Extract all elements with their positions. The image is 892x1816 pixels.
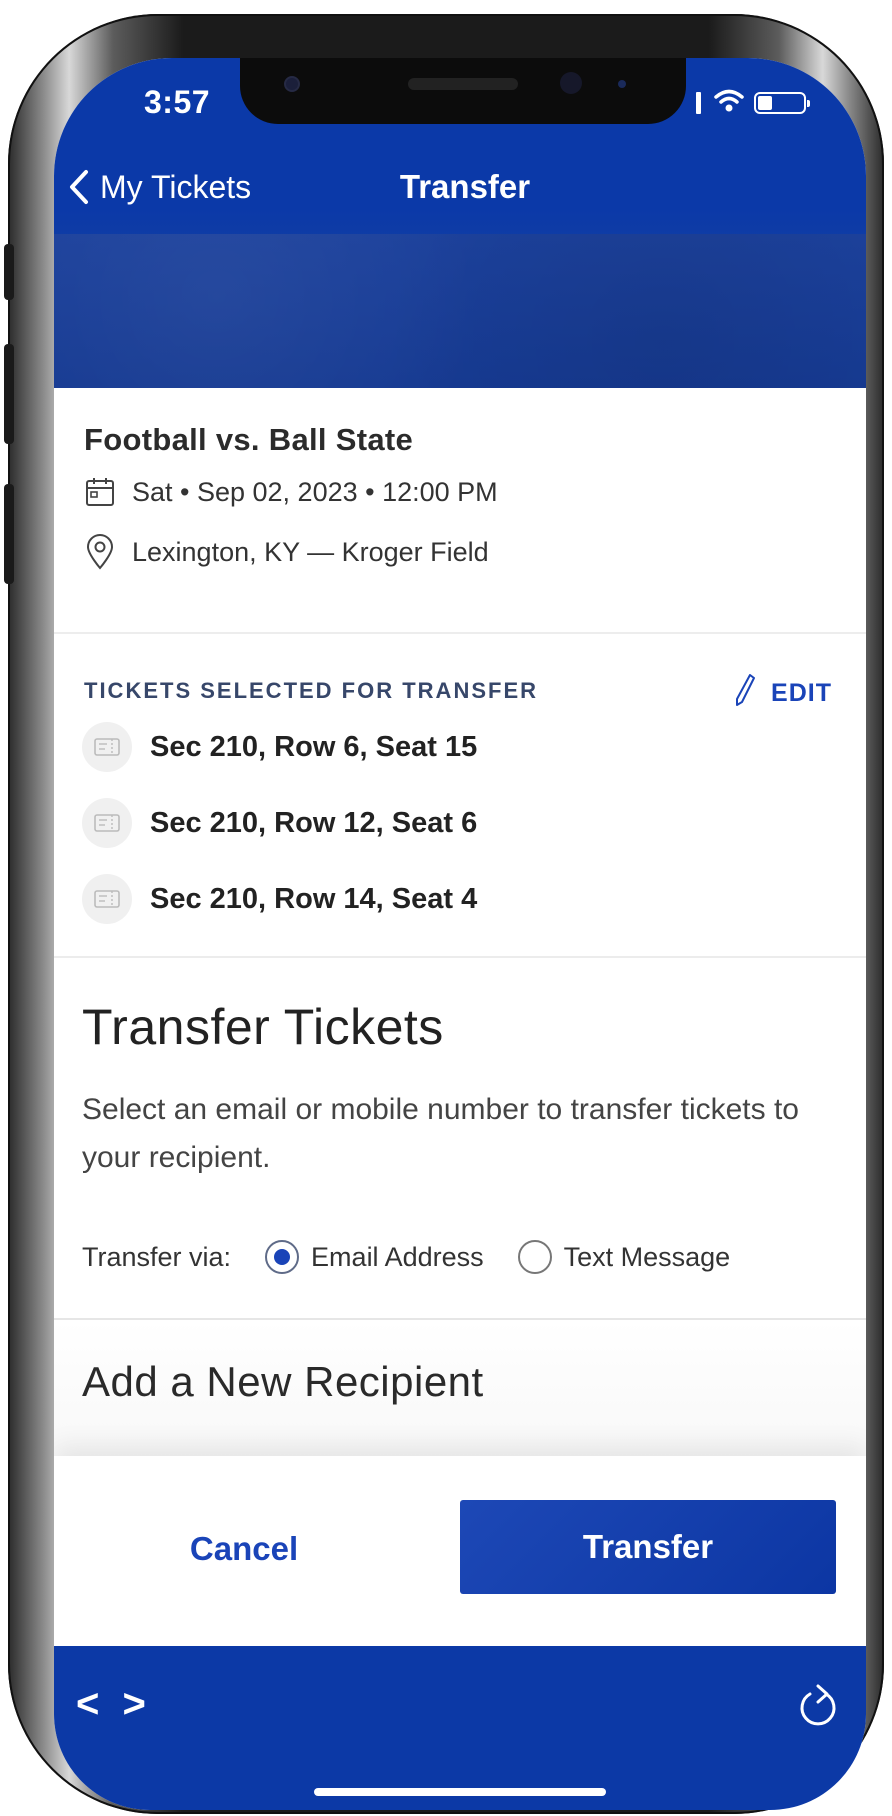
calendar-icon (86, 478, 114, 506)
text-message-option-label[interactable]: Text Message (564, 1242, 731, 1273)
edit-button[interactable]: EDIT (733, 672, 832, 708)
tickets-selected-section: TICKETS SELECTED FOR TRANSFER EDIT Sec 2… (54, 634, 866, 958)
page-title-text: Transfer (399, 168, 531, 205)
pencil-icon (736, 674, 756, 706)
back-forward-buttons[interactable]: < > (76, 1682, 152, 1727)
ticket-label: Sec 210, Row 14, Seat 4 (150, 882, 478, 915)
status-time: 3:57 (144, 84, 211, 120)
transfer-via-row: Transfer via: Email Address Text Message (82, 1240, 730, 1274)
phone-frame: 3:57 My Tickets Transfer Football vs. Ba… (4, 14, 884, 1814)
add-recipient-section: Add a New Recipient (54, 1320, 866, 1470)
transfer-heading: Transfer Tickets (82, 999, 444, 1055)
transfer-via-label: Transfer via: (82, 1241, 232, 1272)
wifi-icon (714, 89, 744, 112)
volume-down-button (4, 484, 14, 584)
header-banner (54, 234, 866, 388)
transfer-section: Transfer Tickets Select an email or mobi… (54, 958, 866, 1320)
ticket-icon (82, 722, 132, 772)
mute-switch (4, 244, 14, 300)
edit-label: EDIT (771, 679, 832, 707)
earpiece-speaker (408, 78, 518, 90)
event-datetime: Sat • Sep 02, 2023 • 12:00 PM (132, 476, 498, 507)
event-datetime-row: Sat • Sep 02, 2023 • 12:00 PM (84, 476, 498, 508)
event-card: Football vs. Ball State Sat • Sep 02, 20… (54, 388, 866, 634)
ticket-item: Sec 210, Row 12, Seat 6 (82, 798, 477, 848)
proximity-sensor (618, 80, 626, 88)
front-camera (284, 76, 300, 92)
transfer-button[interactable]: Transfer (460, 1500, 836, 1594)
sensor (560, 72, 582, 94)
ticket-item: Sec 210, Row 6, Seat 15 (82, 722, 477, 772)
tickets-heading: TICKETS SELECTED FOR TRANSFER (84, 678, 539, 703)
notch (240, 58, 686, 124)
ticket-icon (82, 798, 132, 848)
add-recipient-heading[interactable]: Add a New Recipient (82, 1358, 484, 1406)
ticket-item: Sec 210, Row 14, Seat 4 (82, 874, 477, 924)
home-indicator (314, 1788, 606, 1796)
reload-icon[interactable] (796, 1682, 840, 1730)
cancel-button[interactable]: Cancel (124, 1502, 364, 1596)
signal-icon (696, 92, 701, 114)
location-pin-icon (86, 534, 114, 570)
action-bar: Cancel Transfer (54, 1456, 866, 1646)
event-title: Football vs. Ball State (84, 422, 414, 457)
battery-icon (754, 92, 810, 114)
ticket-icon (82, 874, 132, 924)
event-location-row: Lexington, KY — Kroger Field (84, 534, 489, 570)
page-title: Transfer (54, 168, 866, 206)
ticket-label: Sec 210, Row 12, Seat 6 (150, 806, 478, 839)
transfer-description: Select an email or mobile number to tran… (82, 1093, 799, 1174)
status-icons (696, 86, 810, 118)
event-location: Lexington, KY — Kroger Field (132, 536, 489, 567)
browser-toolbar: < > (54, 1646, 866, 1810)
email-radio[interactable] (265, 1240, 300, 1274)
text-message-radio[interactable] (517, 1240, 552, 1274)
phone-screen: 3:57 My Tickets Transfer Football vs. Ba… (54, 58, 866, 1810)
volume-up-button (4, 344, 14, 444)
email-option-label[interactable]: Email Address (311, 1242, 484, 1273)
ticket-label: Sec 210, Row 6, Seat 15 (150, 730, 478, 763)
